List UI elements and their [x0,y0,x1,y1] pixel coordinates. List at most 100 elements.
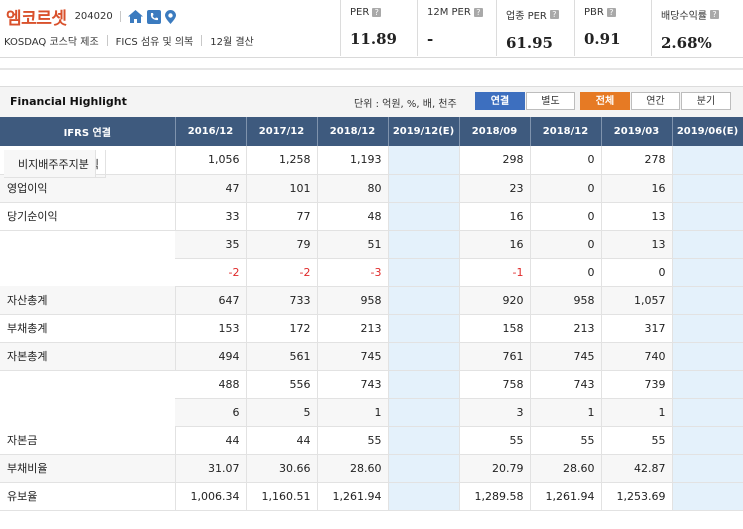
table-cell: 958 [317,286,389,315]
table-row: 당기순이익 33 77 48 16 0 13 [0,202,743,231]
metric-value: 0.91 [584,30,621,48]
table-cell [672,342,743,371]
help-icon[interactable]: ? [372,8,382,17]
table-cell [672,146,743,175]
table-row: 매출액1,0561,2581,1932980278 [0,146,743,175]
table-cell: 51 [317,230,389,259]
table-cell: -2 [175,258,247,287]
consolidated-button[interactable]: 연결 [475,92,525,110]
quarterly-button[interactable]: 분기 [681,92,731,110]
divider [119,11,121,22]
table-cell: 80 [317,174,389,203]
help-icon[interactable]: ? [606,8,616,17]
table-row: 자산총계 647 733 958 920 958 1,057 [0,286,743,315]
table-cell: 48 [317,202,389,231]
table-cell: 31.07 [175,454,247,483]
row-label[interactable]: 당기순이익 [0,202,176,231]
table-cell: 28.60 [530,454,602,483]
market-info: KOSDAQ 코스닥 제조 [4,37,99,48]
table-row: 자본금 44 44 55 55 55 55 [0,426,743,455]
company-subinfo: KOSDAQ 코스닥 제조 FICS 섬유 및 의복 12월 결산 [4,33,254,48]
table-cell [388,174,460,203]
table-cell [388,454,460,483]
metric-per: PER? 11.89 [340,0,417,56]
table-cell: 158 [459,314,531,343]
company-info: 엠코르셋 204020 [6,4,176,29]
location-icon[interactable] [164,9,176,24]
table-cell: 6 [175,398,247,427]
row-label[interactable]: 부채비율 [0,454,176,483]
table-cell [672,426,743,455]
table-cell: 0 [530,230,602,259]
annual-button[interactable]: 연간 [631,92,680,110]
table-cell: 44 [246,426,318,455]
table-cell: 1,289.58 [459,482,531,511]
row-label[interactable]: 유보율 [0,482,176,511]
table-cell [672,230,743,259]
column-header: 2019/03 [601,117,673,146]
company-links [127,9,176,24]
metric-label: PBR [584,7,604,18]
table-cell [672,258,743,287]
row-label[interactable]: 비지배주주지분 [4,150,96,178]
table-cell: 1,160.51 [246,482,318,511]
table-cell [388,258,460,287]
column-header: 2018/12 [530,117,602,146]
column-header: 2017/12 [246,117,318,146]
metric-value: 11.89 [350,30,397,48]
metric-12m-per: 12M PER? - [417,0,496,56]
metric-industry-per: 업종 PER? 61.95 [496,0,574,56]
fiscal-info: 12월 결산 [210,37,254,48]
table-cell: 317 [601,314,673,343]
table-cell: 13 [601,230,673,259]
table-cell: -2 [246,258,318,287]
home-icon[interactable] [127,10,143,23]
table-cell: 0 [530,202,602,231]
table-cell: 79 [246,230,318,259]
table-cell: 16 [459,230,531,259]
section-title: Financial Highlight [10,95,127,108]
row-label[interactable]: 영업이익 [0,174,176,203]
table-cell: 16 [601,174,673,203]
help-icon[interactable]: ? [473,8,483,17]
help-icon[interactable]: ? [710,10,719,19]
separate-button[interactable]: 별도 [526,92,575,110]
table-cell: 101 [246,174,318,203]
table-cell: 561 [246,342,318,371]
table-cell [388,342,460,371]
table-cell: 0 [530,146,602,175]
corner-header: IFRS 연결 [0,117,176,146]
all-period-button[interactable]: 전체 [580,92,630,110]
table-cell: 758 [459,370,531,399]
row-label[interactable]: 자본총계 [0,342,176,371]
table-cell [388,202,460,231]
table-cell [672,314,743,343]
help-icon[interactable]: ? [549,10,559,19]
table-cell: 47 [175,174,247,203]
metric-value: 2.68% [661,34,712,52]
row-label[interactable]: 자본금 [0,426,176,455]
table-cell: 739 [601,370,673,399]
row-label[interactable]: 자산총계 [0,286,176,315]
table-cell: 1,057 [601,286,673,315]
phone-icon[interactable] [146,9,161,24]
column-header: 2018/09 [459,117,531,146]
table-header-row: IFRS 연결 2016/12 2017/12 2018/12 2019/12(… [0,117,743,146]
metric-value: 61.95 [506,34,553,52]
table-cell: 743 [317,370,389,399]
table-cell: 761 [459,342,531,371]
table-cell: 745 [530,342,602,371]
column-header: 2018/12 [317,117,389,146]
unit-label: 단위 : 억원, %, 배, 천주 [354,99,457,110]
row-label[interactable]: 부채총계 [0,314,176,343]
table-cell: 55 [317,426,389,455]
table-cell: 153 [175,314,247,343]
table-cell [672,370,743,399]
table-cell [388,426,460,455]
table-cell: 488 [175,370,247,399]
table-cell: 1,006.34 [175,482,247,511]
table-cell [388,482,460,511]
table-cell: 55 [601,426,673,455]
table-cell: 0 [601,258,673,287]
table-cell [672,286,743,315]
